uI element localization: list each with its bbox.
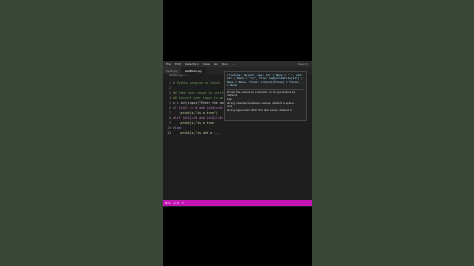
signature-hover-popup: (*values: object, sep: str | None = " ",… xyxy=(224,71,307,121)
command-search[interactable]: Search xyxy=(298,62,308,66)
line-text: print(x,"is a true") xyxy=(173,110,218,115)
line-text: if (x%2) == 0 and (x%5)==0: xyxy=(173,105,224,110)
line-number: 10 xyxy=(167,125,171,130)
line-text: # Python program to check xyxy=(173,80,220,85)
menu-item-edit[interactable]: Edit xyxy=(175,62,181,66)
line-text: else: xyxy=(173,125,183,130)
line-text: print(x,"is a true xyxy=(173,120,214,125)
errors-indicator[interactable]: ⊗ 0 xyxy=(165,201,170,205)
tab-hello[interactable]: hello.py xyxy=(163,67,182,74)
line-number: 2 xyxy=(169,85,171,90)
tab-addition[interactable]: addition.py xyxy=(181,67,206,74)
menu-item-go[interactable]: Go xyxy=(214,62,218,66)
background-right-panel xyxy=(312,0,474,266)
line-number: 5 xyxy=(169,100,171,105)
background-left-panel xyxy=(0,0,163,266)
menu-item-more[interactable]: ... xyxy=(232,62,235,66)
phone-frame: File Edit Selection View Go Run ... Sear… xyxy=(163,0,312,266)
line-number: 9 xyxy=(169,120,171,125)
line-text: ## Convert user input to an int xyxy=(173,95,231,100)
hover-doc-line: string inserted between values, default … xyxy=(227,100,295,105)
warnings-indicator[interactable]: ⚠ 0 xyxy=(173,201,179,205)
line-number: 6 xyxy=(169,105,171,110)
menu-item-view[interactable]: View xyxy=(203,62,210,66)
hover-doc-line: Prints the values to a stream, or to sys… xyxy=(227,89,296,98)
menu-item-selection[interactable]: Selection xyxy=(185,62,199,66)
line-number: 4 xyxy=(169,95,171,100)
hover-signature: (*values: object, sep: str | None = " ",… xyxy=(227,72,303,88)
line-number: 1 xyxy=(169,80,171,85)
line-text: print(x,"is not a ... xyxy=(173,130,220,135)
code-line: 11 print(x,"is not a ... xyxy=(163,130,312,135)
line-text: elif (x%2)==0 and (x%5)!=0: xyxy=(173,115,224,120)
menu-item-file[interactable]: File xyxy=(166,62,171,66)
line-number: 8 xyxy=(169,115,171,120)
line-number: 3 xyxy=(169,90,171,95)
menu-item-run[interactable]: Run xyxy=(222,62,228,66)
line-number: 7 xyxy=(169,110,171,115)
line-text: x = int(input("Enter the number xyxy=(173,100,231,105)
hover-doc-line: string appended after the last value, de… xyxy=(227,107,292,112)
ports-icon[interactable]: ⚡ xyxy=(182,201,184,205)
line-text: ## Take user input to verify xyxy=(173,90,226,95)
status-bar: ⊗ 0 ⚠ 0 ⚡ xyxy=(163,200,312,206)
line-number: 11 xyxy=(167,130,171,135)
